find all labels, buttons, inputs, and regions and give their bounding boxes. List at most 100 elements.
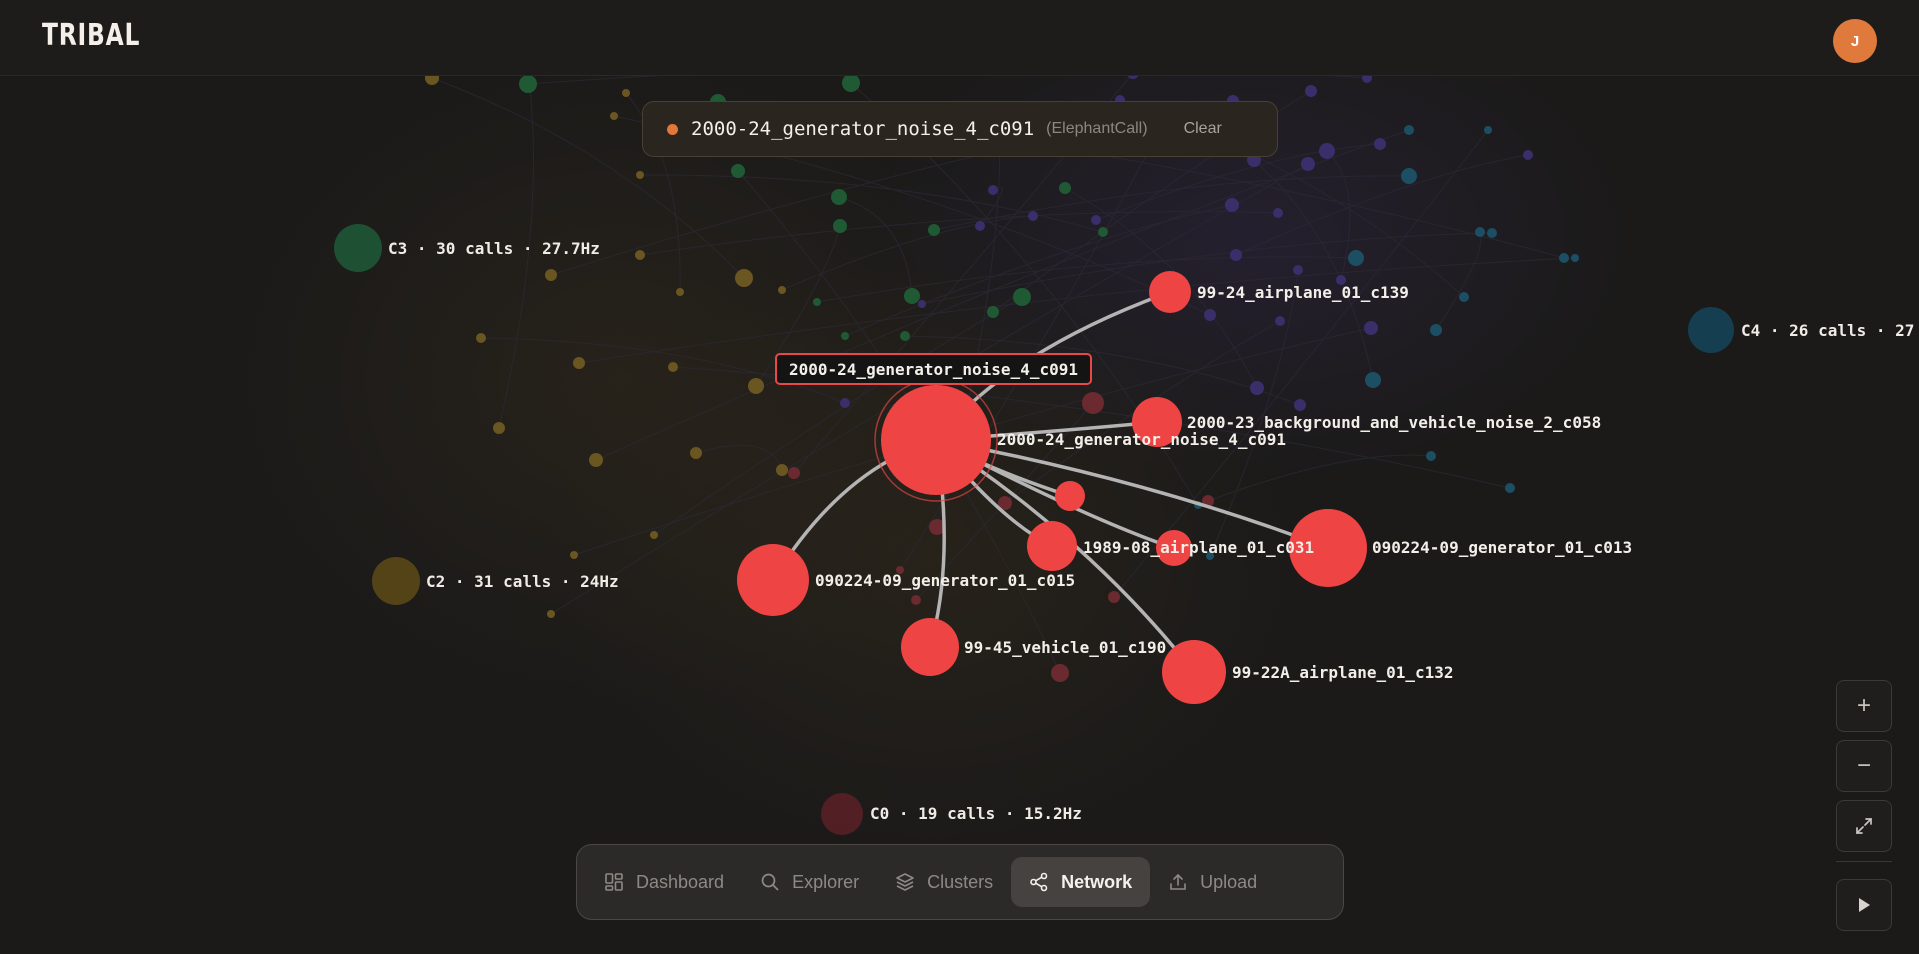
nav-dashboard[interactable]: Dashboard: [586, 857, 742, 907]
background-node: [570, 551, 578, 559]
background-node: [1364, 321, 1378, 335]
background-node: [547, 610, 555, 618]
focused-node-tooltip: 2000-24_generator_noise_4_c091: [775, 353, 1092, 385]
controls-divider: [1836, 861, 1892, 862]
network-graph[interactable]: C3 · 30 calls · 27.7Hz C2 · 31 calls · 2…: [0, 76, 1919, 954]
background-node: [748, 378, 764, 394]
node-label-c015: 090224-09_generator_01_c015: [815, 571, 1075, 590]
nav-network-label: Network: [1061, 871, 1133, 892]
background-node: [975, 221, 985, 231]
play-icon: [1859, 898, 1870, 912]
node-generator-noise-4-c091[interactable]: [881, 385, 991, 495]
dashboard-grid-icon: [605, 873, 623, 891]
search-icon: [761, 873, 779, 891]
background-node: [778, 286, 786, 294]
cluster-c3-dot[interactable]: [334, 224, 382, 272]
background-node: [735, 269, 753, 287]
background-node: [911, 595, 921, 605]
plus-icon: +: [1856, 692, 1871, 719]
node-generator-01-c015[interactable]: [737, 544, 809, 616]
expand-icon: [1856, 818, 1872, 834]
cluster-c2-dot[interactable]: [372, 557, 420, 605]
bottom-nav: Dashboard Explorer Clusters Network Uplo…: [576, 844, 1344, 920]
node-generator-01-c031-hub[interactable]: [1027, 521, 1077, 571]
background-node: [1374, 138, 1386, 150]
upload-icon: [1170, 873, 1186, 890]
nav-clusters[interactable]: Clusters: [877, 857, 1011, 907]
node-unlabeled[interactable]: [1055, 481, 1085, 511]
background-node: [690, 447, 702, 459]
background-node: [1426, 451, 1436, 461]
background-node: [635, 250, 645, 260]
background-node: [988, 185, 998, 195]
background-node: [1348, 250, 1364, 266]
cluster-c4-label: C4 · 26 calls · 27: [1741, 321, 1914, 340]
nav-upload-label: Upload: [1200, 871, 1258, 892]
cluster-c4-dot[interactable]: [1688, 307, 1734, 353]
node-label-c132: 99-22A_airplane_01_c132: [1232, 663, 1454, 682]
background-node: [610, 112, 618, 120]
selection-type: (ElephantCall): [1046, 120, 1148, 137]
background-node: [545, 269, 557, 281]
node-label-c190: 99-45_vehicle_01_c190: [964, 638, 1166, 657]
node-vehicle-01-c190[interactable]: [901, 618, 959, 676]
user-avatar[interactable]: J: [1833, 19, 1877, 63]
background-node: [1098, 227, 1108, 237]
cluster-c0-label: C0 · 19 calls · 15.2Hz: [870, 804, 1082, 823]
fit-view-button[interactable]: [1836, 800, 1892, 852]
node-label-c091: 2000-24_generator_noise_4_c091: [997, 430, 1286, 449]
background-node: [731, 164, 745, 178]
background-node: [928, 224, 940, 236]
background-node: [1305, 85, 1317, 97]
selection-bar: 2000-24_generator_noise_4_c091 (Elephant…: [642, 101, 1278, 157]
background-node: [1108, 591, 1120, 603]
background-node: [636, 171, 644, 179]
background-node: [813, 298, 821, 306]
background-node: [1365, 372, 1381, 388]
background-node: [1059, 182, 1071, 194]
background-node: [1484, 126, 1492, 134]
background-node: [476, 333, 486, 343]
node-airplane-01-c139[interactable]: [1149, 271, 1191, 313]
node-airplane-01-c132[interactable]: [1162, 640, 1226, 704]
background-node: [493, 422, 505, 434]
background-node: [842, 76, 860, 92]
top-bar: TRIBAL J: [0, 0, 1919, 76]
background-node: [1523, 150, 1533, 160]
background-node: [833, 219, 847, 233]
background-node: [1294, 399, 1306, 411]
background-node: [904, 288, 920, 304]
background-node: [788, 467, 800, 479]
nav-network[interactable]: Network: [1011, 857, 1151, 907]
background-node: [1051, 664, 1069, 682]
nav-dashboard-label: Dashboard: [636, 871, 725, 892]
background-node: [1319, 143, 1335, 159]
selection-status-dot: [667, 123, 678, 135]
background-node: [1250, 381, 1264, 395]
zoom-out-button[interactable]: −: [1836, 740, 1892, 792]
clear-selection-button[interactable]: Clear: [1184, 120, 1222, 138]
background-node: [589, 453, 603, 467]
background-node: [676, 288, 684, 296]
background-node: [1091, 215, 1101, 225]
zoom-in-button[interactable]: +: [1836, 680, 1892, 732]
background-node: [1430, 324, 1442, 336]
nav-upload[interactable]: Upload: [1150, 857, 1275, 907]
node-label-c139: 99-24_airplane_01_c139: [1197, 283, 1409, 302]
app-logo[interactable]: TRIBAL: [42, 18, 140, 53]
minus-icon: −: [1856, 752, 1871, 779]
node-label-c013: 090224-09_generator_01_c013: [1372, 538, 1632, 557]
nav-explorer[interactable]: Explorer: [742, 857, 877, 907]
background-node: [425, 76, 439, 85]
background-node: [622, 89, 630, 97]
background-node: [1204, 309, 1216, 321]
play-button[interactable]: [1836, 879, 1892, 931]
background-node: [1475, 227, 1485, 237]
background-node: [900, 331, 910, 341]
background-node: [1082, 392, 1104, 414]
cluster-c0-dot[interactable]: [821, 793, 863, 835]
background-node: [1487, 228, 1497, 238]
background-node: [1404, 125, 1414, 135]
background-node: [1273, 208, 1283, 218]
selection-name: 2000-24_generator_noise_4_c091: [691, 118, 1035, 140]
